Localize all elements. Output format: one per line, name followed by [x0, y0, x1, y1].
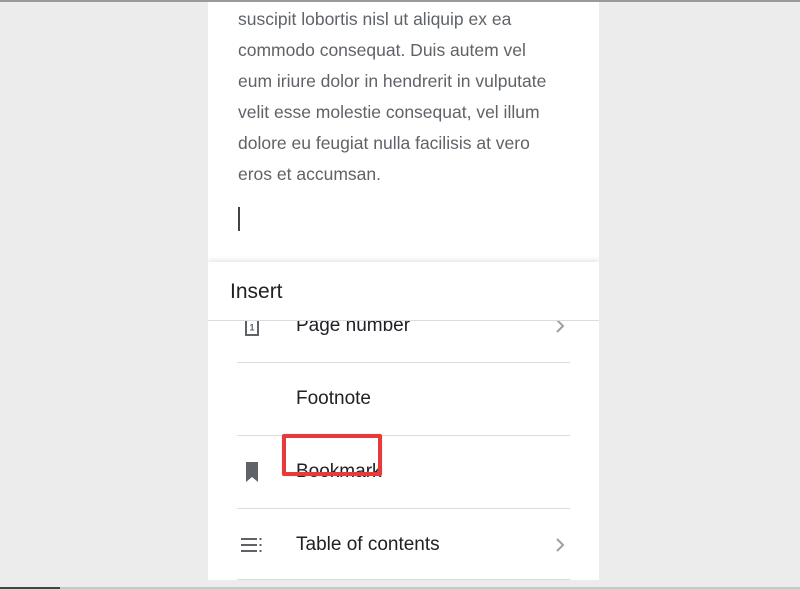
document-line: commodo consequat. Duis autem vel — [238, 40, 526, 60]
document-screen: suscipit lobortis nisl ut aliquip ex ea … — [208, 2, 599, 580]
insert-bottom-sheet: Insert 1 Page number Footnote Bookmark T… — [208, 262, 599, 580]
page-number-icon: 1 — [245, 321, 259, 336]
insert-sheet-title: Insert — [230, 280, 283, 303]
menu-item-bookmark[interactable]: Bookmark — [208, 435, 599, 508]
document-line: velit esse molestie consequat, vel illum — [238, 102, 540, 122]
document-line: suscipit lobortis nisl ut aliquip ex ea — [238, 9, 512, 29]
chevron-right-icon — [556, 321, 565, 333]
table-of-contents-icon — [241, 537, 262, 552]
menu-item-footnote[interactable]: Footnote — [208, 362, 599, 435]
insert-sheet-header: Insert — [208, 262, 599, 321]
page-number-icon-glyph: 1 — [249, 322, 254, 332]
document-line: eros et accumsan. — [238, 164, 381, 184]
text-cursor — [238, 207, 240, 231]
chevron-right-icon — [556, 537, 565, 552]
menu-item-page-number[interactable]: 1 Page number — [208, 321, 599, 362]
footnote-highlight-box — [282, 434, 382, 476]
menu-item-label: Footnote — [296, 387, 371, 409]
menu-item-table-of-contents[interactable]: Table of contents — [208, 508, 599, 580]
menu-item-label: Table of contents — [296, 533, 440, 555]
menu-item-label: Page number — [296, 321, 411, 336]
document-body[interactable]: suscipit lobortis nisl ut aliquip ex ea … — [238, 4, 578, 190]
bookmark-icon — [246, 461, 258, 482]
menu-divider — [237, 579, 570, 580]
document-line: dolore eu feugiat nulla facilisis at ver… — [238, 133, 530, 153]
insert-menu-list: 1 Page number Footnote Bookmark Table of… — [208, 321, 599, 580]
document-line: eum iriure dolor in hendrerit in vulputa… — [238, 71, 547, 91]
